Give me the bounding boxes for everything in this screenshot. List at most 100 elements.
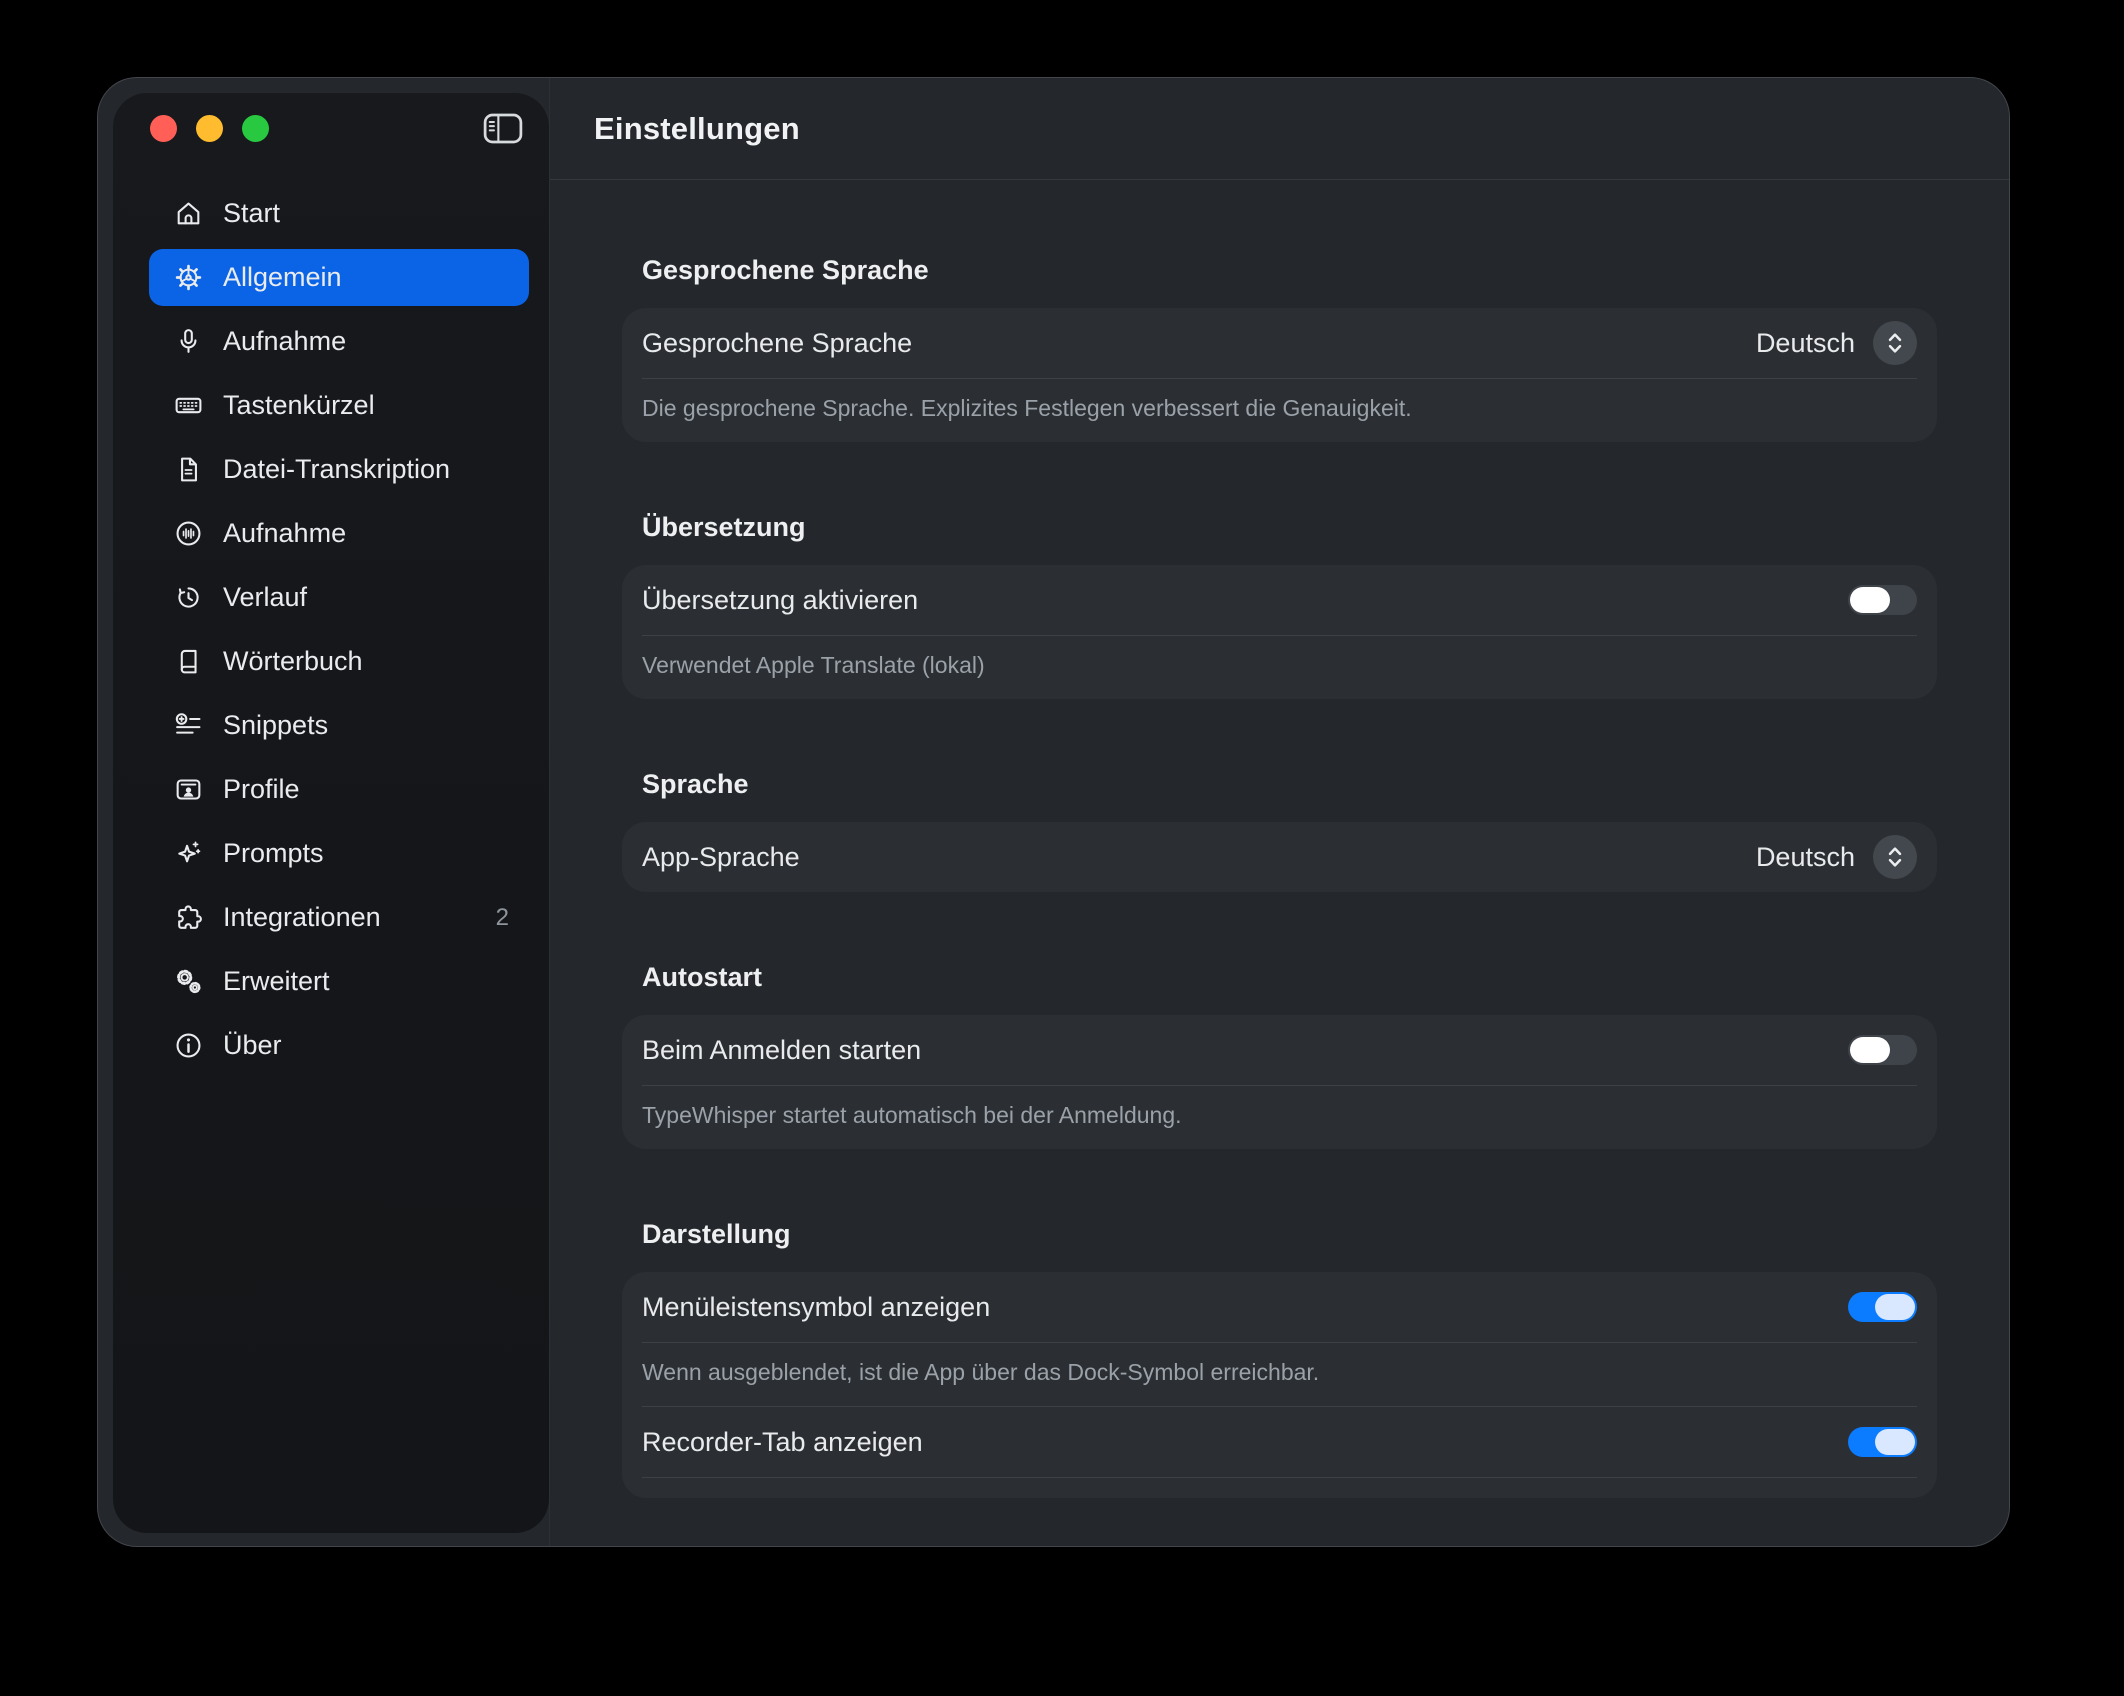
- titlebar: Einstellungen: [550, 78, 2009, 180]
- row-control: Deutsch: [1756, 321, 1917, 365]
- page-title: Einstellungen: [594, 111, 800, 147]
- settings-row: Beim Anmelden starten: [622, 1015, 1937, 1085]
- sidebar-toggle-button[interactable]: [483, 112, 523, 145]
- row-label: Übersetzung aktivieren: [642, 585, 918, 616]
- sparkle-icon: [171, 837, 205, 871]
- selected-value: Deutsch: [1756, 842, 1855, 873]
- sidebar-item-aufnahme[interactable]: Aufnahme: [149, 313, 529, 370]
- settings-row: Gesprochene Sprache Deutsch: [622, 308, 1937, 378]
- sidebar-item-erweitert[interactable]: Erweitert: [149, 953, 529, 1010]
- sidebar-item-label: Aufnahme: [223, 326, 346, 357]
- profile-icon: [171, 773, 205, 807]
- settings-section: Sprache App-Sprache Deutsch: [622, 769, 1937, 892]
- gear-icon: [171, 261, 205, 295]
- chevron-up-down-icon: [1884, 842, 1906, 872]
- settings-content: Einstellungen Gesprochene Sprache Gespro…: [549, 78, 2009, 1546]
- sidebar-item-label: Profile: [223, 774, 300, 805]
- gesprochene-sprache-select-button[interactable]: [1873, 321, 1917, 365]
- sidebar-item-worterbuch[interactable]: Wörterbuch: [149, 633, 529, 690]
- row-label: Recorder-Tab anzeigen: [642, 1427, 923, 1458]
- section-title: Sprache: [642, 769, 1937, 800]
- beim-anmelden-starten-toggle[interactable]: [1848, 1035, 1917, 1065]
- row-label: Beim Anmelden starten: [642, 1035, 921, 1066]
- settings-card: Gesprochene Sprache Deutsch Die gesproch…: [622, 308, 1937, 442]
- sidebar-item-label: Wörterbuch: [223, 646, 363, 677]
- sidebar-item-integrationen[interactable]: Integrationen 2: [149, 889, 529, 946]
- settings-row: Recorder-Tab anzeigen: [622, 1407, 1937, 1477]
- sidebar-item-prompts[interactable]: Prompts: [149, 825, 529, 882]
- zoom-window-button[interactable]: [242, 115, 269, 142]
- mic-icon: [171, 325, 205, 359]
- row-description: Verwendet Apple Translate (lokal): [622, 636, 1937, 699]
- sidebar-item-aufnahme[interactable]: Aufnahme: [149, 505, 529, 562]
- sidebar-item-uber[interactable]: Über: [149, 1017, 529, 1074]
- sidebar-item-label: Tastenkürzel: [223, 390, 375, 421]
- document-icon: [171, 453, 205, 487]
- toggle-knob: [1875, 1429, 1915, 1455]
- section-title: Darstellung: [642, 1219, 1937, 1250]
- sidebar-item-tastenkurzel[interactable]: Tastenkürzel: [149, 377, 529, 434]
- settings-row: Menüleistensymbol anzeigen: [622, 1272, 1937, 1342]
- close-button[interactable]: [150, 115, 177, 142]
- settings-section: Autostart Beim Anmelden starten TypeWhis…: [622, 962, 1937, 1149]
- settings-row: App-Sprache Deutsch: [622, 822, 1937, 892]
- waveform-icon: [171, 517, 205, 551]
- sidebar-item-label: Über: [223, 1030, 282, 1061]
- toggle-knob: [1850, 587, 1890, 613]
- sidebar-item-label: Start: [223, 198, 280, 229]
- row-label: App-Sprache: [642, 842, 800, 873]
- settings-card: App-Sprache Deutsch: [622, 822, 1937, 892]
- toggle-knob: [1875, 1294, 1915, 1320]
- sidebar-item-label: Integrationen: [223, 902, 381, 933]
- sidebar: Start Allgemein Aufnahme Tastenkürzel Da…: [113, 93, 549, 1533]
- settings-card: Menüleistensymbol anzeigen Wenn ausgeble…: [622, 1272, 1937, 1498]
- menuleistensymbol-anzeigen-toggle[interactable]: [1848, 1292, 1917, 1322]
- selected-value: Deutsch: [1756, 328, 1855, 359]
- traffic-lights: [150, 115, 269, 142]
- sidebar-nav: Start Allgemein Aufnahme Tastenkürzel Da…: [149, 185, 529, 1074]
- settings-card: Beim Anmelden starten TypeWhisper starte…: [622, 1015, 1937, 1149]
- info-icon: [171, 1029, 205, 1063]
- history-icon: [171, 581, 205, 615]
- section-title: Autostart: [642, 962, 1937, 993]
- row-description: Die gesprochene Sprache. Explizites Fest…: [622, 379, 1937, 442]
- ubersetzung-aktivieren-toggle[interactable]: [1848, 585, 1917, 615]
- snippets-icon: [171, 709, 205, 743]
- sidebar-item-label: Verlauf: [223, 582, 307, 613]
- chevron-up-down-icon: [1884, 328, 1906, 358]
- sidebar-item-profile[interactable]: Profile: [149, 761, 529, 818]
- sidebar-item-label: Snippets: [223, 710, 328, 741]
- home-icon: [171, 197, 205, 231]
- sidebar-item-verlauf[interactable]: Verlauf: [149, 569, 529, 626]
- sidebar-item-start[interactable]: Start: [149, 185, 529, 242]
- settings-window: Start Allgemein Aufnahme Tastenkürzel Da…: [97, 77, 2010, 1547]
- row-control: Deutsch: [1756, 835, 1917, 879]
- sidebar-item-label: Erweitert: [223, 966, 330, 997]
- settings-section: Gesprochene Sprache Gesprochene Sprache …: [622, 255, 1937, 442]
- minimize-button[interactable]: [196, 115, 223, 142]
- sidebar-item-label: Allgemein: [223, 262, 342, 293]
- book-icon: [171, 645, 205, 679]
- row-label: Gesprochene Sprache: [642, 328, 912, 359]
- sidebar-item-datei-transkription[interactable]: Datei-Transkription: [149, 441, 529, 498]
- row-description: TypeWhisper startet automatisch bei der …: [622, 1086, 1937, 1149]
- section-title: Übersetzung: [642, 512, 1937, 543]
- settings-section: Darstellung Menüleistensymbol anzeigen W…: [622, 1219, 1937, 1498]
- keyboard-icon: [171, 389, 205, 423]
- app-sprache-select-button[interactable]: [1873, 835, 1917, 879]
- sidebar-item-label: Aufnahme: [223, 518, 346, 549]
- section-title: Gesprochene Sprache: [642, 255, 1937, 286]
- sidebar-item-badge: 2: [496, 904, 515, 932]
- sidebar-icon: [483, 112, 523, 145]
- sidebar-item-allgemein[interactable]: Allgemein: [149, 249, 529, 306]
- settings-row: Übersetzung aktivieren: [622, 565, 1937, 635]
- settings-main: Gesprochene Sprache Gesprochene Sprache …: [550, 180, 2009, 1546]
- row-label: Menüleistensymbol anzeigen: [642, 1292, 990, 1323]
- gears-icon: [171, 965, 205, 999]
- sidebar-item-label: Prompts: [223, 838, 324, 869]
- card-spacer: [622, 1478, 1937, 1498]
- sidebar-item-snippets[interactable]: Snippets: [149, 697, 529, 754]
- row-description: Wenn ausgeblendet, ist die App über das …: [622, 1343, 1937, 1406]
- puzzle-icon: [171, 901, 205, 935]
- recorder-tab-anzeigen-toggle[interactable]: [1848, 1427, 1917, 1457]
